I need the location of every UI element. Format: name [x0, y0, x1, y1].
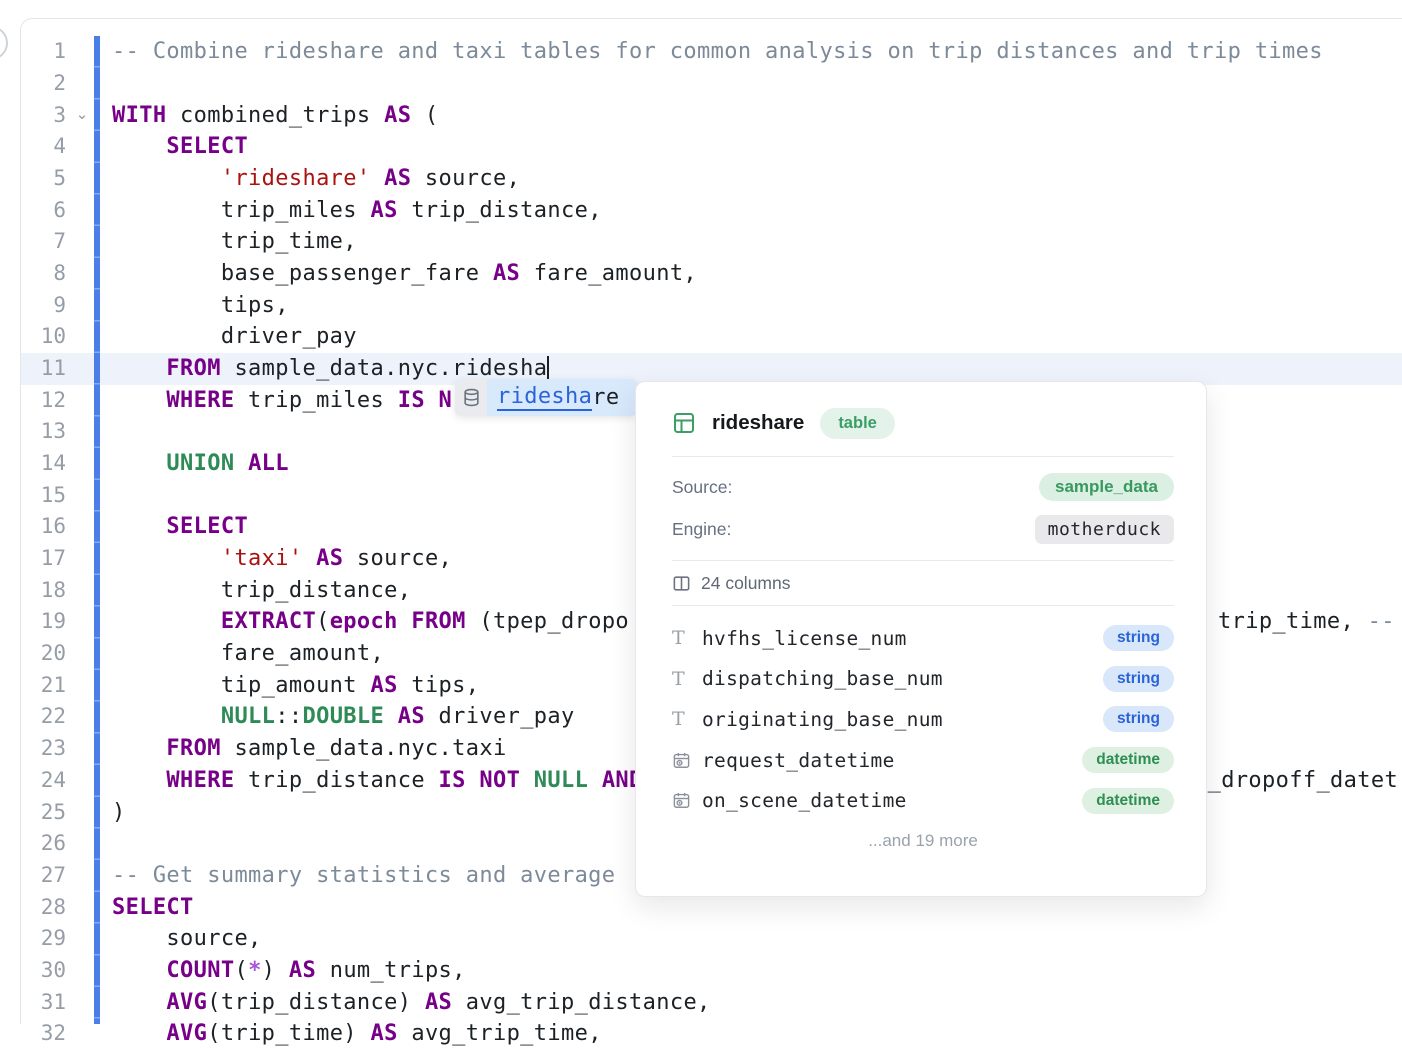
calendar-clock-icon	[672, 751, 702, 770]
sql-editor-page: { "colors":{ "keyword":"#770088","string…	[0, 0, 1402, 1024]
column-type-badge: string	[1103, 666, 1174, 692]
source-label: Source:	[672, 477, 732, 498]
text-type-icon: T	[672, 668, 702, 690]
autocomplete-tooltip: rideshare	[455, 379, 637, 416]
autocomplete-item-rideshare[interactable]: rideshare	[487, 379, 637, 416]
code-line[interactable]: WHERE trip_distance IS NOT NULL AND	[112, 765, 643, 797]
column-type-badge: string	[1103, 625, 1174, 651]
engine-row: Engine: motherduck	[672, 508, 1174, 550]
engine-badge: motherduck	[1035, 515, 1174, 544]
code-line[interactable]: )	[112, 797, 126, 829]
columns-icon	[672, 574, 691, 593]
column-type-badge: string	[1103, 706, 1174, 732]
column-row: request_datetimedatetime	[672, 740, 1174, 781]
column-name: on_scene_datetime	[702, 789, 1082, 812]
code-line[interactable]: UNION ALL	[112, 448, 289, 480]
columns-count-row: 24 columns	[672, 561, 1174, 605]
column-name: originating_base_num	[702, 708, 1103, 731]
text-type-icon: T	[672, 627, 702, 649]
code-line[interactable]: trip_distance,	[112, 575, 411, 607]
code-line[interactable]: fare_amount,	[112, 638, 384, 670]
code-line[interactable]: -- Combine rideshare and taxi tables for…	[112, 36, 1323, 68]
code-line[interactable]: driver_pay	[112, 321, 357, 353]
code-line[interactable]: trip_time,	[112, 226, 357, 258]
text-type-icon: T	[672, 708, 702, 730]
table-icon	[672, 411, 696, 435]
column-row: Thvfhs_license_numstring	[672, 618, 1174, 659]
table-detail-popup: rideshare table Source: sample_data Engi…	[635, 381, 1207, 897]
code-line[interactable]: SELECT	[112, 892, 194, 924]
column-name: dispatching_base_num	[702, 667, 1103, 690]
code-line[interactable]: EXTRACT(epoch FROM (tpep_dropo	[112, 606, 629, 638]
columns-count-label: 24 columns	[701, 573, 791, 594]
popup-title: rideshare	[712, 411, 804, 435]
column-name: hvfhs_license_num	[702, 627, 1103, 650]
code-line[interactable]: tip_amount AS tips,	[112, 670, 479, 702]
column-type-badge: datetime	[1082, 788, 1174, 814]
calendar-clock-icon	[672, 791, 702, 810]
code-line[interactable]: base_passenger_fare AS fare_amount,	[112, 258, 697, 290]
code-line-continuation[interactable]: p_dropoff_datet	[1194, 765, 1398, 797]
code-line[interactable]: WITH combined_trips AS (	[112, 100, 439, 132]
column-row: on_scene_datetimedatetime	[672, 780, 1174, 821]
source-row: Source: sample_data	[672, 466, 1174, 508]
code-line[interactable]: source,	[112, 923, 262, 955]
code-line[interactable]: 'taxi' AS source,	[112, 543, 452, 575]
column-row: Toriginating_base_numstring	[672, 699, 1174, 740]
code-line[interactable]: NULL::DOUBLE AS driver_pay	[112, 701, 575, 733]
code-line[interactable]: AVG(trip_time) AS avg_trip_time,	[112, 1018, 602, 1050]
code-line[interactable]: -- Get summary statistics and average	[112, 860, 629, 892]
column-type-badge: datetime	[1082, 747, 1174, 773]
code-line[interactable]: trip_miles AS trip_distance,	[112, 195, 602, 227]
engine-label: Engine:	[672, 519, 731, 540]
code-line[interactable]: FROM sample_data.nyc.taxi	[112, 733, 507, 765]
popup-meta: Source: sample_data Engine: motherduck	[672, 457, 1174, 560]
column-name: request_datetime	[702, 749, 1082, 772]
popup-header: rideshare table	[672, 382, 1174, 440]
code-line[interactable]: AVG(trip_distance) AS avg_trip_distance,	[112, 987, 711, 1019]
code-line[interactable]: COUNT(*) AS num_trips,	[112, 955, 466, 987]
code-line[interactable]: WHERE trip_miles IS N	[112, 385, 452, 417]
columns-list: Thvfhs_license_numstringTdispatching_bas…	[672, 606, 1174, 821]
column-row: Tdispatching_base_numstring	[672, 659, 1174, 700]
autocomplete-rest-text: re	[592, 385, 619, 410]
database-icon	[455, 379, 487, 416]
more-columns-note: ...and 19 more	[672, 831, 1174, 851]
code-line-continuation[interactable]: trip_time, --	[1218, 606, 1395, 638]
code-line[interactable]: tips,	[112, 290, 289, 322]
code-line[interactable]: 'rideshare' AS source,	[112, 163, 520, 195]
source-badge: sample_data	[1039, 473, 1174, 501]
table-type-badge: table	[820, 408, 895, 439]
code-line[interactable]: SELECT	[112, 511, 248, 543]
code-line[interactable]: SELECT	[112, 131, 248, 163]
autocomplete-match-text: ridesha	[497, 384, 592, 411]
